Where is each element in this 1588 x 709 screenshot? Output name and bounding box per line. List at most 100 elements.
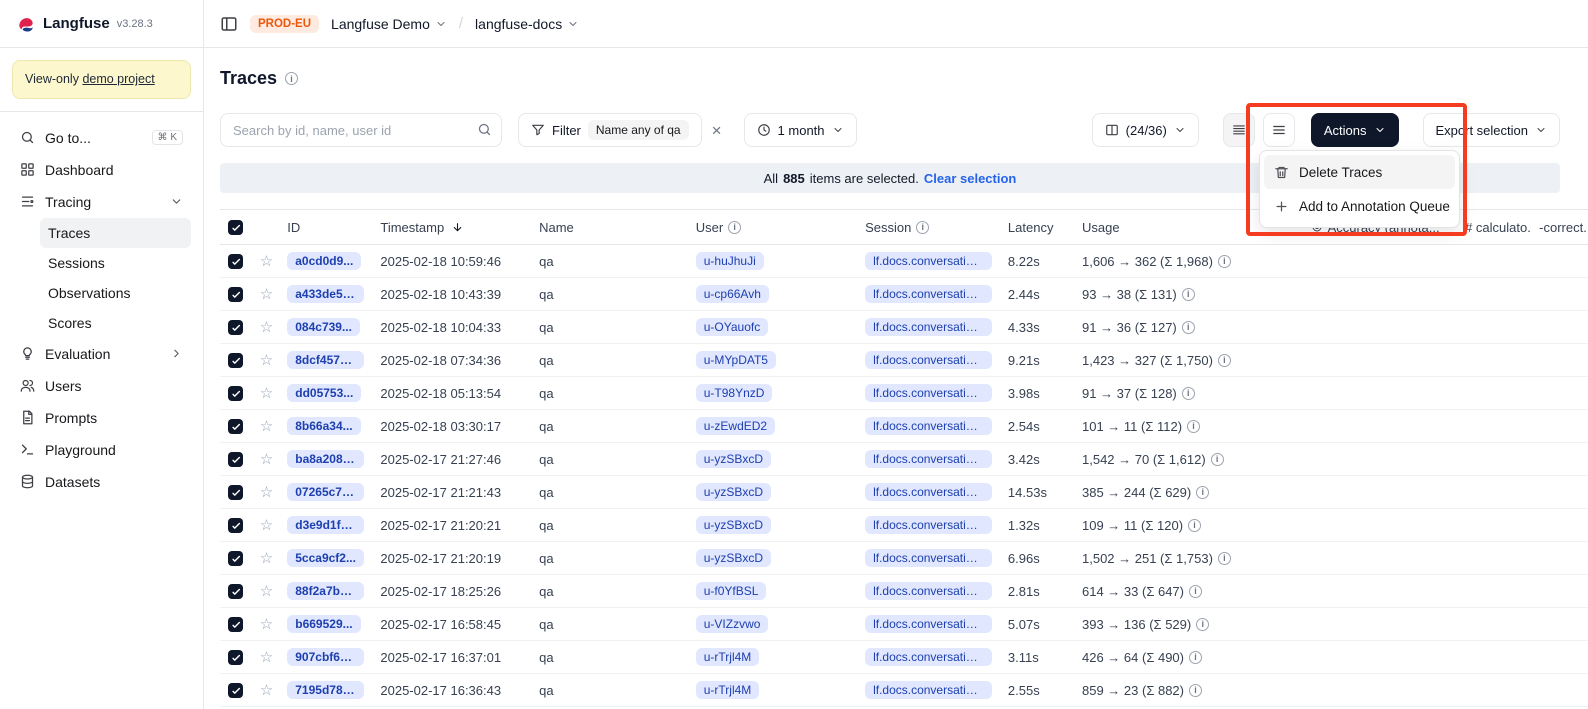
usage-info-icon[interactable]: i xyxy=(1189,651,1202,664)
row-checkbox[interactable] xyxy=(228,320,243,335)
table-row[interactable]: ☆ 07265c7a... 2025-02-17 21:21:43 qa u-y… xyxy=(220,476,1588,509)
time-range-button[interactable]: 1 month xyxy=(744,113,857,147)
table-row[interactable]: ☆ 8b66a34... 2025-02-18 03:30:17 qa u-zE… xyxy=(220,410,1588,443)
row-checkbox[interactable] xyxy=(228,551,243,566)
trace-id-badge[interactable]: 084c739... xyxy=(287,318,360,336)
row-checkbox[interactable] xyxy=(228,650,243,665)
sidebar-item-observations[interactable]: Observations xyxy=(40,278,191,308)
table-row[interactable]: ☆ 084c739... 2025-02-18 10:04:33 qa u-OY… xyxy=(220,311,1588,344)
search-icon[interactable] xyxy=(477,122,492,137)
session-badge[interactable]: lf.docs.conversation... xyxy=(865,417,992,435)
star-icon[interactable]: ☆ xyxy=(260,550,273,567)
session-badge[interactable]: lf.docs.conversation... xyxy=(865,549,992,567)
session-badge[interactable]: lf.docs.conversation... xyxy=(865,384,992,402)
usage-info-icon[interactable]: i xyxy=(1182,288,1195,301)
user-id-badge[interactable]: u-rTrjl4M xyxy=(696,648,760,666)
menu-item-add-to-annotation-queue[interactable]: Add to Annotation Queue xyxy=(1264,189,1455,223)
header-session[interactable]: Sessioni xyxy=(857,210,1000,245)
demo-project-link[interactable]: demo project xyxy=(82,72,154,86)
header-timestamp[interactable]: Timestamp xyxy=(372,210,531,245)
table-row[interactable]: ☆ 5cca9cf2... 2025-02-17 21:20:19 qa u-y… xyxy=(220,542,1588,575)
session-badge[interactable]: lf.docs.conversation... xyxy=(865,681,992,699)
user-id-badge[interactable]: u-yzSBxcD xyxy=(696,549,771,567)
trace-id-badge[interactable]: 907cbf6e... xyxy=(287,648,364,666)
user-id-badge[interactable]: u-MYpDAT5 xyxy=(696,351,776,369)
user-id-badge[interactable]: u-yzSBxcD xyxy=(696,450,771,468)
star-icon[interactable]: ☆ xyxy=(260,286,273,303)
table-row[interactable]: ☆ d3e9d1f2... 2025-02-17 21:20:21 qa u-y… xyxy=(220,509,1588,542)
header-correct[interactable]: -correct... xyxy=(1531,210,1588,245)
star-icon[interactable]: ☆ xyxy=(260,253,273,270)
session-badge[interactable]: lf.docs.conversation... xyxy=(865,285,992,303)
usage-info-icon[interactable]: i xyxy=(1211,453,1224,466)
clear-selection-link[interactable]: Clear selection xyxy=(924,171,1017,186)
header-latency[interactable]: Latency xyxy=(1000,210,1074,245)
session-badge[interactable]: lf.docs.conversation... xyxy=(865,252,992,270)
table-row[interactable]: ☆ ba8a208f... 2025-02-17 21:27:46 qa u-y… xyxy=(220,443,1588,476)
clear-filter-button[interactable]: × xyxy=(706,122,728,139)
usage-info-icon[interactable]: i xyxy=(1188,519,1201,532)
star-icon[interactable]: ☆ xyxy=(260,418,273,435)
columns-button[interactable]: (24/36) xyxy=(1092,113,1199,147)
usage-info-icon[interactable]: i xyxy=(1218,354,1231,367)
row-checkbox[interactable] xyxy=(228,287,243,302)
trace-id-badge[interactable]: 8b66a34... xyxy=(287,417,360,435)
header-user[interactable]: Useri xyxy=(688,210,857,245)
user-id-badge[interactable]: u-rTrjl4M xyxy=(696,681,760,699)
star-icon[interactable]: ☆ xyxy=(260,583,273,600)
row-checkbox[interactable] xyxy=(228,452,243,467)
sidebar-item-evaluation[interactable]: Evaluation xyxy=(12,338,191,370)
sidebar-item-datasets[interactable]: Datasets xyxy=(12,466,191,498)
star-icon[interactable]: ☆ xyxy=(260,484,273,501)
user-id-badge[interactable]: u-huJhuJi xyxy=(696,252,764,270)
row-checkbox[interactable] xyxy=(228,419,243,434)
session-badge[interactable]: lf.docs.conversation... xyxy=(865,648,992,666)
session-badge[interactable]: lf.docs.conversation... xyxy=(865,318,992,336)
trace-id-badge[interactable]: 07265c7a... xyxy=(287,483,364,501)
sidebar-item-sessions[interactable]: Sessions xyxy=(40,248,191,278)
row-checkbox[interactable] xyxy=(228,254,243,269)
trace-id-badge[interactable]: dd05753... xyxy=(287,384,361,402)
trace-id-badge[interactable]: d3e9d1f2... xyxy=(287,516,364,534)
info-icon[interactable]: i xyxy=(916,221,929,234)
user-id-badge[interactable]: u-OYauofc xyxy=(696,318,768,336)
row-height-small-button[interactable] xyxy=(1223,113,1255,147)
row-checkbox[interactable] xyxy=(228,617,243,632)
usage-info-icon[interactable]: i xyxy=(1196,618,1209,631)
user-id-badge[interactable]: u-VIZzvwo xyxy=(696,615,769,633)
sidebar-item-scores[interactable]: Scores xyxy=(40,308,191,338)
header-id[interactable]: ID xyxy=(279,210,372,245)
star-icon[interactable]: ☆ xyxy=(260,385,273,402)
menu-item-delete-traces[interactable]: Delete Traces xyxy=(1264,155,1455,189)
export-selection-button[interactable]: Export selection xyxy=(1423,113,1561,147)
org-selector[interactable]: Langfuse Demo xyxy=(331,16,447,32)
star-icon[interactable]: ☆ xyxy=(260,517,273,534)
user-id-badge[interactable]: u-zEwdED2 xyxy=(696,417,775,435)
page-info-icon[interactable]: i xyxy=(285,72,298,85)
row-height-medium-button[interactable] xyxy=(1263,113,1295,147)
info-icon[interactable]: i xyxy=(728,221,741,234)
search-input[interactable] xyxy=(220,113,502,147)
user-id-badge[interactable]: u-yzSBxcD xyxy=(696,483,771,501)
usage-info-icon[interactable]: i xyxy=(1189,585,1202,598)
trace-id-badge[interactable]: 7195d78e... xyxy=(287,681,364,699)
trace-id-badge[interactable]: a433de51... xyxy=(287,285,364,303)
row-checkbox[interactable] xyxy=(228,683,243,698)
star-icon[interactable]: ☆ xyxy=(260,352,273,369)
sidebar-item-tracing[interactable]: Tracing xyxy=(12,186,191,218)
usage-info-icon[interactable]: i xyxy=(1189,684,1202,697)
row-checkbox[interactable] xyxy=(228,386,243,401)
usage-info-icon[interactable]: i xyxy=(1218,552,1231,565)
table-row[interactable]: ☆ a433de51... 2025-02-18 10:43:39 qa u-c… xyxy=(220,278,1588,311)
project-selector[interactable]: langfuse-docs xyxy=(475,16,579,32)
usage-info-icon[interactable]: i xyxy=(1182,387,1195,400)
table-row[interactable]: ☆ 907cbf6e... 2025-02-17 16:37:01 qa u-r… xyxy=(220,641,1588,674)
session-badge[interactable]: lf.docs.conversation... xyxy=(865,351,992,369)
row-checkbox[interactable] xyxy=(228,584,243,599)
trace-id-badge[interactable]: 8dcf4574... xyxy=(287,351,364,369)
table-row[interactable]: ☆ 8dcf4574... 2025-02-18 07:34:36 qa u-M… xyxy=(220,344,1588,377)
star-icon[interactable]: ☆ xyxy=(260,682,273,699)
sidebar-item-playground[interactable]: Playground xyxy=(12,434,191,466)
usage-info-icon[interactable]: i xyxy=(1187,420,1200,433)
sidebar-toggle-button[interactable] xyxy=(220,15,238,33)
